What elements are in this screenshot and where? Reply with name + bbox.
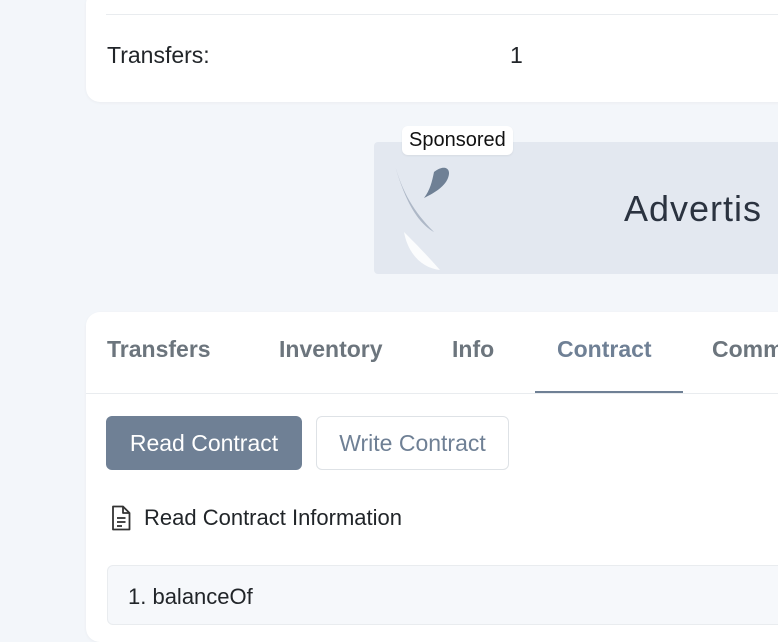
tabs-divider [86, 393, 778, 394]
tab-contract[interactable]: Contract [557, 336, 652, 363]
tab-comments[interactable]: Comm [712, 336, 778, 363]
document-icon [112, 505, 131, 531]
ad-text: Advertis [624, 188, 763, 229]
write-contract-button[interactable]: Write Contract [316, 416, 509, 470]
read-contract-button[interactable]: Read Contract [106, 416, 302, 470]
info-heading-text: Read Contract Information [144, 505, 403, 530]
transfers-label: Transfers: [107, 42, 210, 68]
overview-divider [106, 14, 778, 15]
tab-transfers[interactable]: Transfers [107, 336, 211, 363]
transfers-value: 1 [510, 42, 523, 68]
read-contract-info-heading: Read Contract Information [110, 505, 402, 531]
tab-info[interactable]: Info [452, 336, 494, 363]
advertisement-banner[interactable]: Advertis [374, 142, 778, 274]
function-title[interactable]: 1. balanceOf [128, 584, 253, 610]
function-accordion-balanceof[interactable]: 1. balanceOf [107, 565, 778, 625]
sponsored-tag: Sponsored [402, 126, 513, 155]
tab-inventory[interactable]: Inventory [279, 336, 383, 363]
ad-logo-icon [394, 162, 450, 270]
